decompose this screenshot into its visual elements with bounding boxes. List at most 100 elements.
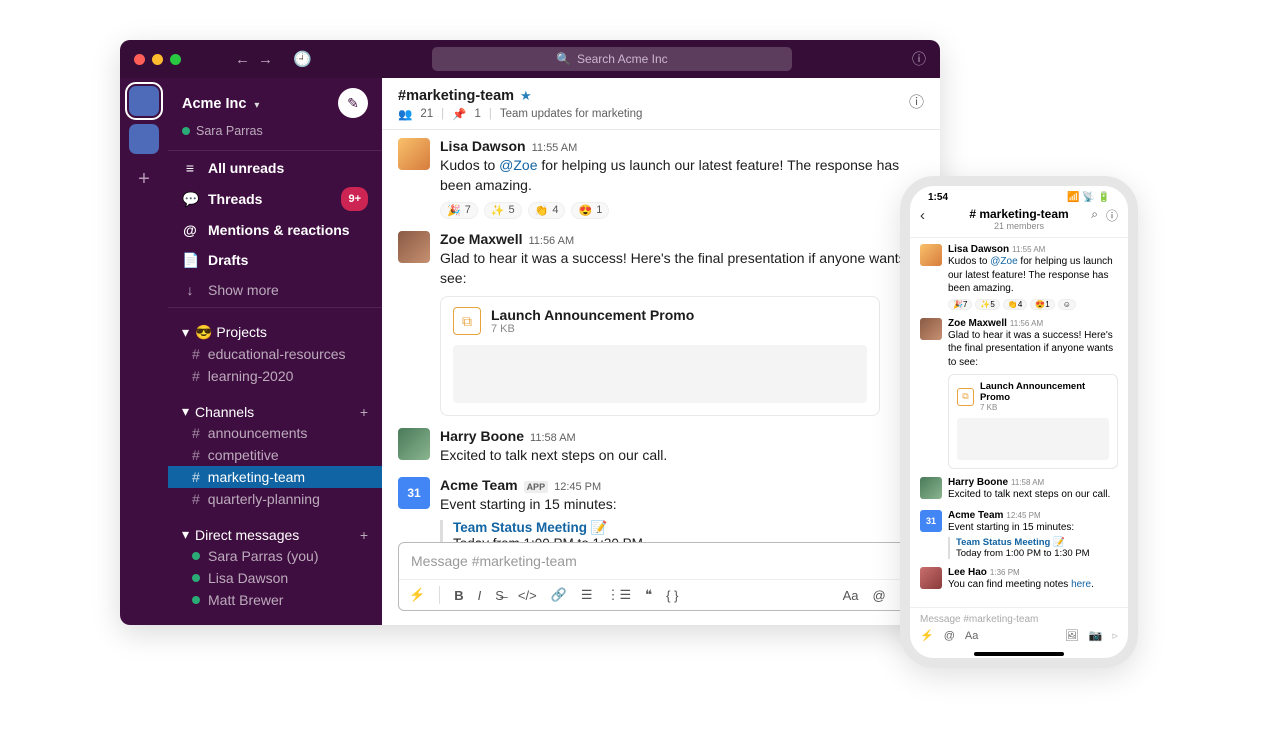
channel-educational-resources[interactable]: #educational-resources xyxy=(168,343,382,365)
avatar[interactable] xyxy=(398,428,430,460)
star-icon[interactable]: ★ xyxy=(520,88,532,104)
add-channel-button[interactable]: + xyxy=(360,404,368,420)
message-author[interactable]: Acme Team xyxy=(440,477,518,493)
mention-icon[interactable]: @ xyxy=(944,630,955,642)
section-projects[interactable]: ▾ 😎 Projects xyxy=(168,318,382,343)
reaction[interactable]: 😍1 xyxy=(1030,299,1054,310)
send-icon[interactable]: ▹ xyxy=(1112,629,1118,642)
chevron-down-icon: ↓ xyxy=(182,279,198,301)
phone-message-list[interactable]: Lisa Dawson11:55 AM Kudos to @Zoe for he… xyxy=(910,238,1128,607)
channel-marketing-team[interactable]: #marketing-team xyxy=(168,466,382,488)
camera-icon[interactable]: 📷 xyxy=(1089,629,1103,642)
dm-matt-brewer[interactable]: Matt Brewer xyxy=(168,589,382,611)
mention-icon[interactable]: @ xyxy=(873,588,886,603)
phone-header: ‹ # marketing-team 21 members ⌕ ⓘ xyxy=(910,205,1128,238)
sidebar: Acme Inc ▾ ✎ Sara Parras ≡ All unreads 💬… xyxy=(168,78,382,625)
close-window-icon[interactable] xyxy=(134,54,145,65)
dm-lisa-dawson[interactable]: Lisa Dawson xyxy=(168,567,382,589)
shortcuts-icon[interactable]: ⚡ xyxy=(409,587,425,603)
code-icon[interactable]: </> xyxy=(518,588,537,603)
strike-icon[interactable]: S̶ xyxy=(495,588,504,603)
format-icon[interactable]: Aa xyxy=(843,588,859,603)
avatar[interactable] xyxy=(398,138,430,170)
search-input[interactable]: 🔍 Search Acme Inc xyxy=(432,47,792,71)
italic-icon[interactable]: I xyxy=(478,588,482,603)
current-user[interactable]: Sara Parras xyxy=(168,124,382,148)
ordered-list-icon[interactable]: ☰ xyxy=(581,587,593,603)
history-icon[interactable]: 🕘 xyxy=(293,50,312,68)
threads-icon: 💬 xyxy=(182,188,198,210)
mention[interactable]: @Zoe xyxy=(499,157,537,173)
avatar[interactable] xyxy=(920,567,942,589)
dm-sara-parras[interactable]: Sara Parras (you) xyxy=(168,545,382,567)
calendar-icon[interactable]: 31 xyxy=(920,510,942,532)
new-message-button[interactable]: ✎ xyxy=(338,88,368,118)
channel-topic[interactable]: Team updates for marketing xyxy=(500,108,643,120)
shortcuts-icon[interactable]: ⚡ xyxy=(920,629,934,642)
avatar[interactable] xyxy=(920,244,942,266)
composer-input[interactable]: Message #marketing-team xyxy=(399,543,923,580)
channel-competitive[interactable]: #competitive xyxy=(168,444,382,466)
quote-icon[interactable]: ❝ xyxy=(645,587,652,603)
info-icon[interactable]: ⓘ xyxy=(1106,207,1118,224)
attach-icon[interactable]: 🖼 xyxy=(1065,629,1079,642)
workspace-switch-1[interactable] xyxy=(129,86,159,116)
reaction[interactable]: 🎉7 xyxy=(948,299,972,310)
workspace-switch-2[interactable] xyxy=(129,124,159,154)
section-dms[interactable]: ▾ Direct messages + xyxy=(168,520,382,545)
add-workspace-button[interactable]: + xyxy=(138,168,150,191)
reaction[interactable]: 👏4 xyxy=(1003,299,1027,310)
caret-down-icon: ▾ xyxy=(182,403,189,420)
avatar[interactable] xyxy=(920,477,942,499)
reaction[interactable]: ✨5 xyxy=(975,299,999,310)
member-count[interactable]: 21 xyxy=(420,108,433,120)
calendar-event[interactable]: Team Status Meeting 📝 Today from 1:00 PM… xyxy=(440,520,924,542)
mentions-icon: @ xyxy=(182,219,198,241)
message: Lisa Dawson11:55 AM Kudos to @Zoe for he… xyxy=(920,244,1118,310)
back-icon[interactable]: ← xyxy=(235,51,250,68)
file-attachment[interactable]: ⧉ Launch Announcement Promo 7 KB xyxy=(440,296,880,416)
reaction[interactable]: 👏4 xyxy=(528,202,566,219)
reaction[interactable]: ✨5 xyxy=(484,202,522,219)
sidebar-threads[interactable]: 💬 Threads 9+ xyxy=(168,183,382,215)
home-indicator[interactable] xyxy=(974,652,1064,656)
back-icon[interactable]: ‹ xyxy=(920,207,925,224)
message-author[interactable]: Zoe Maxwell xyxy=(440,231,522,247)
help-icon[interactable]: ⓘ xyxy=(912,49,926,69)
channel-info-icon[interactable]: ⓘ xyxy=(909,91,924,112)
link-icon[interactable]: 🔗 xyxy=(551,587,567,603)
add-reaction-icon[interactable]: ☺ xyxy=(1058,299,1076,310)
phone-composer-input[interactable]: Message #marketing-team xyxy=(920,614,1118,629)
channel-quarterly-planning[interactable]: #quarterly-planning xyxy=(168,488,382,510)
search-icon[interactable]: ⌕ xyxy=(1091,207,1098,224)
bold-icon[interactable]: B xyxy=(454,588,463,603)
workspace-menu[interactable]: Acme Inc ▾ xyxy=(182,95,259,112)
forward-icon[interactable]: → xyxy=(258,51,273,68)
message-author[interactable]: Lisa Dawson xyxy=(440,138,526,154)
calendar-icon[interactable]: 31 xyxy=(398,477,430,509)
channel-learning-2020[interactable]: #learning-2020 xyxy=(168,365,382,387)
calendar-event[interactable]: Team Status Meeting 📝 Today from 1:00 PM… xyxy=(948,537,1118,559)
channel-announcements[interactable]: #announcements xyxy=(168,422,382,444)
sidebar-mentions[interactable]: @ Mentions & reactions xyxy=(168,215,382,245)
avatar[interactable] xyxy=(920,318,942,340)
reaction[interactable]: 🎉7 xyxy=(440,202,478,219)
maximize-window-icon[interactable] xyxy=(170,54,181,65)
sidebar-all-unreads[interactable]: ≡ All unreads xyxy=(168,153,382,183)
format-icon[interactable]: Aa xyxy=(965,630,978,642)
add-dm-button[interactable]: + xyxy=(360,527,368,543)
file-attachment[interactable]: ⧉ Launch Announcement Promo 7 KB xyxy=(948,374,1118,469)
message-author[interactable]: Harry Boone xyxy=(440,428,524,444)
channel-title[interactable]: #marketing-team xyxy=(398,88,514,104)
minimize-window-icon[interactable] xyxy=(152,54,163,65)
reaction[interactable]: 😍1 xyxy=(571,202,609,219)
pin-count[interactable]: 1 xyxy=(474,108,480,120)
section-channels[interactable]: ▾ Channels + xyxy=(168,397,382,422)
code-block-icon[interactable]: { } xyxy=(666,588,678,603)
file-title: Launch Announcement Promo xyxy=(491,307,694,323)
avatar[interactable] xyxy=(398,231,430,263)
sidebar-show-more[interactable]: ↓ Show more xyxy=(168,275,382,305)
message-list[interactable]: Lisa Dawson 11:55 AM Kudos to @Zoe for h… xyxy=(382,130,940,542)
bullet-list-icon[interactable]: ⋮☰ xyxy=(607,587,632,603)
sidebar-drafts[interactable]: 📄 Drafts xyxy=(168,245,382,275)
